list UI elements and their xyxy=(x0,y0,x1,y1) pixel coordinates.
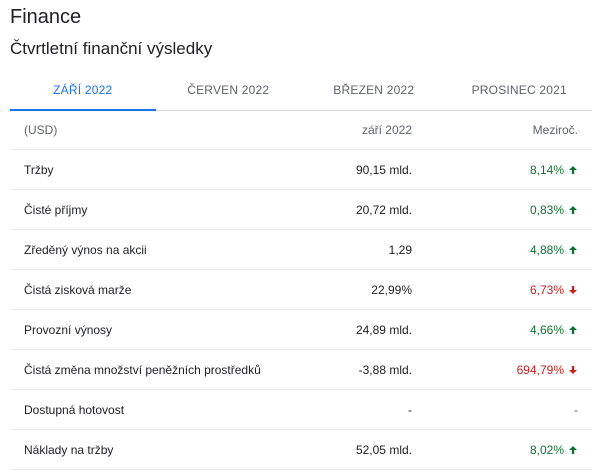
row-value: 24,89 mld. xyxy=(355,322,412,337)
arrow-down-icon xyxy=(568,365,578,375)
row-value: 20,72 mld. xyxy=(355,202,412,217)
row-label: Zředěný výnos na akcii xyxy=(24,242,147,257)
row-change-value: 0,83% xyxy=(529,202,564,217)
row-value: -3,88 mld. xyxy=(358,362,412,377)
finance-page: Finance Čtvrtletní finanční výsledky ZÁŘ… xyxy=(0,0,600,474)
arrow-up-icon xyxy=(568,205,578,215)
row-label: Čisté příjmy xyxy=(24,202,88,217)
table-row: Zředěný výnos na akcii 1,29 4,88% xyxy=(10,230,592,270)
table-row: Čistá změna množství peněžních prostředk… xyxy=(10,350,592,390)
header-yoy: Meziroč. xyxy=(412,123,578,137)
header-currency: (USD) xyxy=(24,122,58,137)
row-change: - xyxy=(412,403,578,417)
header-yoy-label: Meziroč. xyxy=(532,122,578,137)
row-change: 4,88% xyxy=(412,243,578,257)
row-label: Tržby xyxy=(24,162,54,177)
tab-sep-2022[interactable]: ZÁŘÍ 2022 xyxy=(10,70,156,111)
arrow-up-icon xyxy=(568,445,578,455)
table-row: Provozní výnosy 24,89 mld. 4,66% xyxy=(10,310,592,350)
row-value: 22,99% xyxy=(371,282,412,297)
row-change: 4,66% xyxy=(412,323,578,337)
arrow-up-icon xyxy=(568,165,578,175)
row-change-value: 4,88% xyxy=(529,242,564,257)
row-change-value: 6,73% xyxy=(529,282,564,297)
row-label: Náklady na tržby xyxy=(24,442,114,457)
row-change: 6,73% xyxy=(412,283,578,297)
financials-table: (USD) září 2022 Meziroč. Tržby 90,15 mld… xyxy=(10,110,592,470)
arrow-down-icon xyxy=(568,285,578,295)
table-row: Dostupná hotovost - - xyxy=(10,390,592,430)
row-change-value: 8,02% xyxy=(529,442,564,457)
tab-mar-2022[interactable]: BŘEZEN 2022 xyxy=(301,70,447,110)
table-row: Tržby 90,15 mld. 8,14% xyxy=(10,150,592,190)
row-value: 52,05 mld. xyxy=(355,442,412,457)
arrow-up-icon xyxy=(568,325,578,335)
row-change: 8,14% xyxy=(412,163,578,177)
row-label: Čistá změna množství peněžních prostředk… xyxy=(24,362,261,377)
row-label: Provozní výnosy xyxy=(24,322,113,337)
table-row: Čisté příjmy 20,72 mld. 0,83% xyxy=(10,190,592,230)
row-label: Čistá zisková marže xyxy=(24,282,132,297)
row-value: - xyxy=(408,402,412,417)
tab-jun-2022[interactable]: ČERVEN 2022 xyxy=(156,70,302,110)
row-change: 0,83% xyxy=(412,203,578,217)
row-change-value: - xyxy=(574,402,578,417)
row-change-value: 8,14% xyxy=(529,162,564,177)
row-label: Dostupná hotovost xyxy=(24,402,125,417)
row-value: 90,15 mld. xyxy=(355,162,412,177)
section-title: Čtvrtletní finanční výsledky xyxy=(10,39,213,58)
arrow-up-icon xyxy=(568,245,578,255)
tab-dec-2021[interactable]: PROSINEC 2021 xyxy=(447,70,593,110)
row-change: 8,02% xyxy=(412,443,578,457)
row-change-value: 694,79% xyxy=(516,362,564,377)
table-header-row: (USD) září 2022 Meziroč. xyxy=(10,110,592,150)
quarter-tabs: ZÁŘÍ 2022 ČERVEN 2022 BŘEZEN 2022 PROSIN… xyxy=(10,70,592,111)
row-change: 694,79% xyxy=(412,363,578,377)
row-value: 1,29 xyxy=(388,242,412,257)
app-title: Finance xyxy=(10,6,82,28)
table-row: Náklady na tržby 52,05 mld. 8,02% xyxy=(10,430,592,470)
table-row: Čistá zisková marže 22,99% 6,73% xyxy=(10,270,592,310)
header-period: září 2022 xyxy=(361,122,412,137)
row-change-value: 4,66% xyxy=(529,322,564,337)
